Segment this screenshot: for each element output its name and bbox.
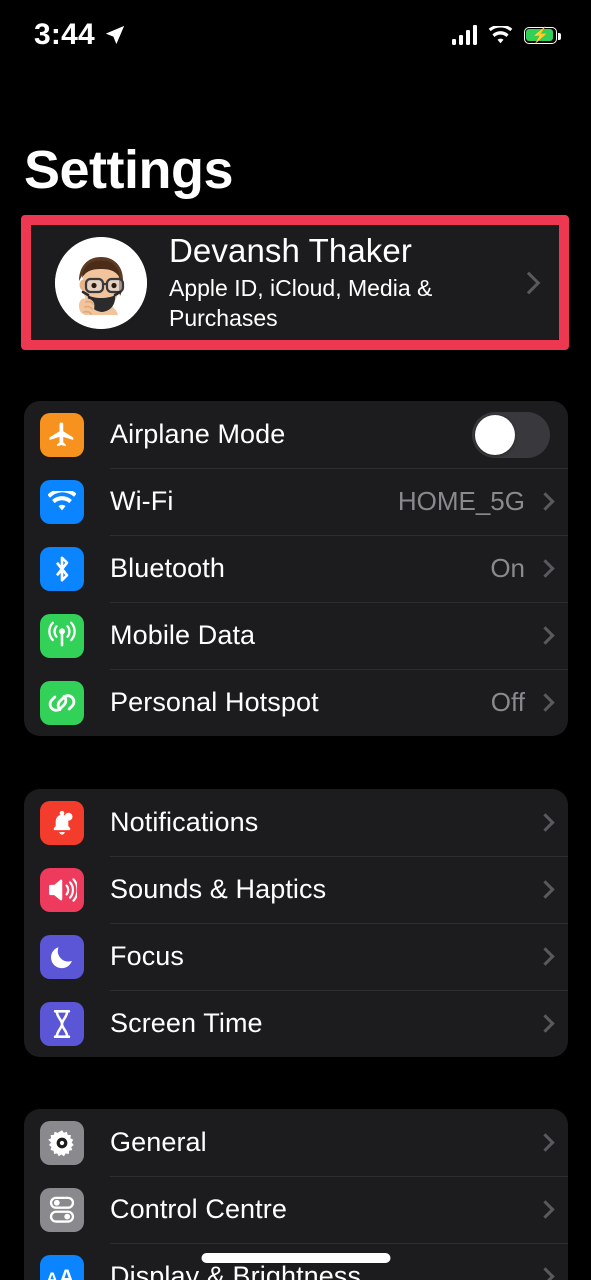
chevron-right-icon <box>536 813 555 832</box>
chevron-right-icon <box>536 693 555 712</box>
page-title: Settings <box>24 140 234 200</box>
hourglass-icon <box>40 1001 84 1046</box>
status-bar: 3:44 ⚡ <box>0 0 591 70</box>
clock: 3:44 <box>34 18 95 51</box>
chevron-right-icon <box>536 947 555 966</box>
gear-icon <box>40 1120 84 1165</box>
home-indicator-bar[interactable] <box>201 1253 390 1263</box>
airplane-icon <box>40 412 84 457</box>
settings-group-alerts: Notifications Sounds & Haptics Focus Screen… <box>24 789 568 1057</box>
battery-charging-icon: ⚡ <box>524 26 561 44</box>
settings-row-label: Bluetooth <box>110 553 225 583</box>
location-arrow-icon <box>104 24 126 46</box>
settings-screen: 3:44 ⚡ Settings Devansh Thaker Apple ID,… <box>0 0 591 1280</box>
chevron-right-icon <box>517 271 541 294</box>
text-size-icon: AA <box>40 1254 84 1280</box>
settings-row-notifications[interactable]: Notifications <box>24 789 568 856</box>
cellular-signal-icon <box>451 25 477 45</box>
settings-row-label: Focus <box>110 941 185 971</box>
settings-row-value: HOME_5G <box>397 486 525 516</box>
svg-text:A: A <box>46 1269 58 1280</box>
apple-id-text: Devansh Thaker Apple ID, iCloud, Media &… <box>169 231 521 334</box>
wifi-icon <box>488 25 513 45</box>
bluetooth-icon <box>40 546 84 591</box>
apple-id-name: Devansh Thaker <box>169 231 412 269</box>
settings-row-control-centre[interactable]: Control Centre <box>24 1176 568 1243</box>
mobile-data-icon <box>40 613 84 658</box>
status-bar-right: ⚡ <box>451 25 561 45</box>
chevron-right-icon <box>536 492 555 511</box>
apple-id-subtitle: Apple ID, iCloud, Media & Purchases <box>169 275 433 332</box>
settings-row-label: Personal Hotspot <box>110 687 319 717</box>
apple-id-row[interactable]: Devansh Thaker Apple ID, iCloud, Media &… <box>31 225 559 340</box>
settings-row-label: Control Centre <box>110 1194 287 1224</box>
chevron-right-icon <box>536 1133 555 1152</box>
settings-row-personal-hotspot[interactable]: Personal Hotspot Off <box>24 669 568 736</box>
control-centre-icon <box>40 1187 84 1232</box>
settings-row-label: General <box>110 1127 207 1157</box>
chevron-right-icon <box>536 1200 555 1219</box>
settings-row-focus[interactable]: Focus <box>24 923 568 990</box>
settings-row-label: Wi-Fi <box>110 486 174 516</box>
settings-group-connectivity: Airplane Mode Wi-Fi HOME_5G Bluetooth On Mobi… <box>24 401 568 736</box>
status-bar-left: 3:44 <box>34 18 126 52</box>
chevron-right-icon <box>536 559 555 578</box>
settings-row-value: On <box>490 553 525 583</box>
settings-row-mobile-data[interactable]: Mobile Data <box>24 602 568 669</box>
svg-text:A: A <box>59 1266 74 1280</box>
settings-row-label: Sounds & Haptics <box>110 874 327 904</box>
chevron-right-icon <box>536 626 555 645</box>
speaker-icon <box>40 867 84 912</box>
settings-row-label: Notifications <box>110 807 259 837</box>
settings-row-value: Off <box>490 687 525 717</box>
settings-row-label: Airplane Mode <box>110 419 286 449</box>
settings-row-label: Screen Time <box>110 1008 263 1038</box>
chevron-right-icon <box>536 1014 555 1033</box>
airplane-mode-toggle[interactable] <box>472 411 550 458</box>
settings-row-airplane-mode[interactable]: Airplane Mode <box>24 401 568 468</box>
settings-row-label: Mobile Data <box>110 620 256 650</box>
memoji-avatar[interactable] <box>55 236 147 329</box>
settings-row-screen-time[interactable]: Screen Time <box>24 990 568 1057</box>
wifi-icon <box>40 479 84 524</box>
bell-icon <box>40 800 84 845</box>
settings-row-bluetooth[interactable]: Bluetooth On <box>24 535 568 602</box>
personal-hotspot-icon <box>40 680 84 725</box>
toggle-knob <box>475 414 515 455</box>
chevron-right-icon <box>536 1267 555 1280</box>
settings-row-general[interactable]: General <box>24 1109 568 1176</box>
chevron-right-icon <box>536 880 555 899</box>
moon-icon <box>40 934 84 979</box>
apple-id-highlight: Devansh Thaker Apple ID, iCloud, Media &… <box>21 215 569 350</box>
settings-row-label: Display & Brightness <box>110 1261 362 1280</box>
settings-row-sounds-haptics[interactable]: Sounds & Haptics <box>24 856 568 923</box>
settings-row-wi-fi[interactable]: Wi-Fi HOME_5G <box>24 468 568 535</box>
